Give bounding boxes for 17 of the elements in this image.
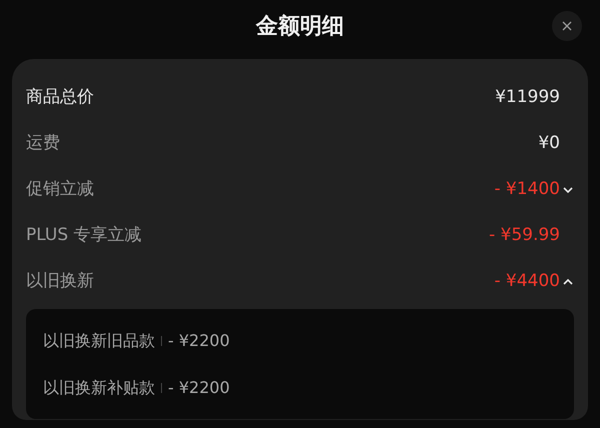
price-label: 运费 [26,132,60,156]
detail-label: 以旧换新旧品款 [43,330,155,352]
dialog-title: 金额明细 [256,12,344,40]
price-label: 商品总价 [26,86,94,110]
price-value: - ¥1400 [494,178,560,202]
price-value: - ¥59.99 [488,224,560,248]
price-value: ¥11999 [495,86,560,110]
price-label: PLUS 专享立减 [26,224,142,248]
detail-value: - ¥2200 [168,330,230,352]
detail-label: 以旧换新补贴款 [43,376,155,398]
price-value: - ¥4400 [494,270,560,294]
close-icon [562,21,572,31]
price-label: 促销立减 [26,178,94,202]
close-button[interactable] [552,11,582,41]
detail-value: - ¥2200 [168,376,230,398]
price-value: ¥0 [538,132,560,156]
price-label: 以旧换新 [26,270,94,294]
